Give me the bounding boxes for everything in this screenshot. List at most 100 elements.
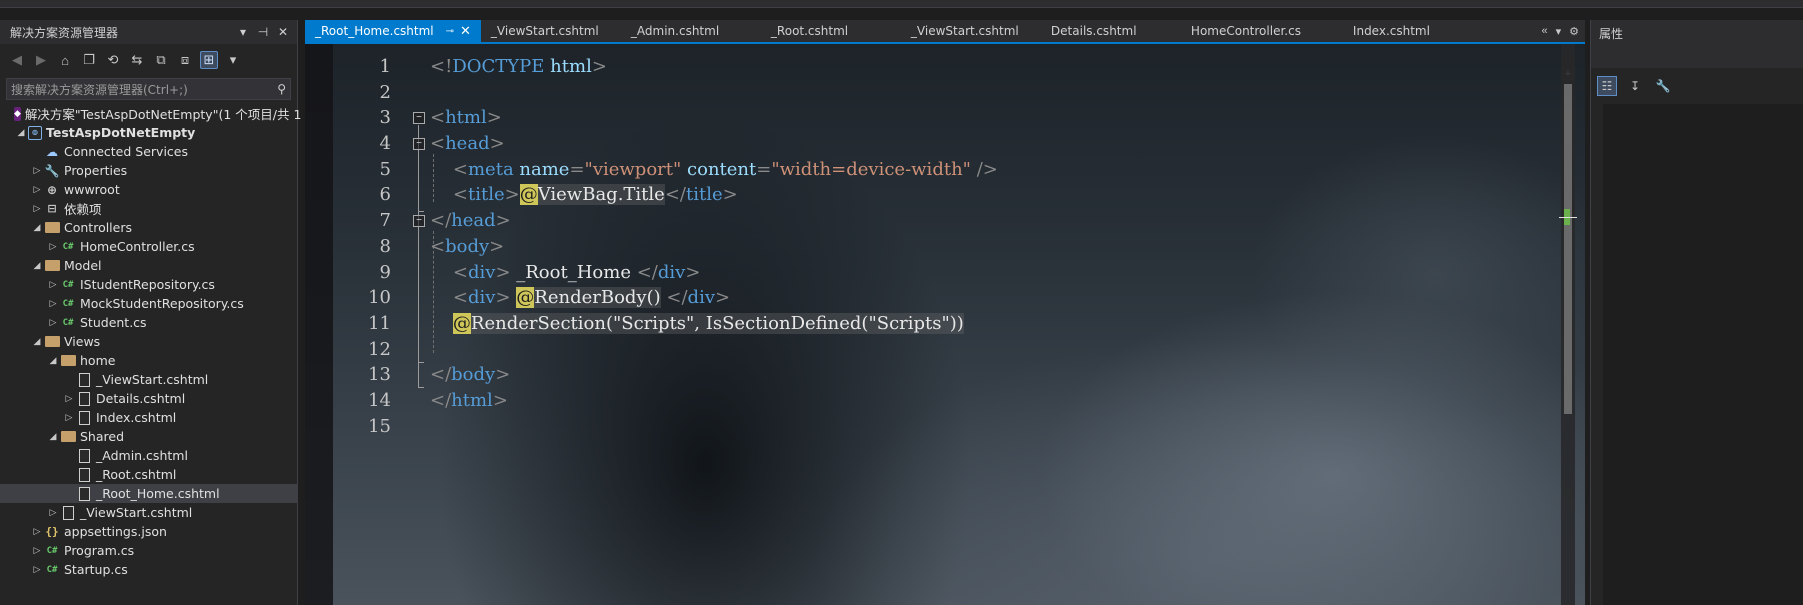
document-tab[interactable]: Index.cshtml [1343, 20, 1483, 42]
collapse-body-icon[interactable]: − [413, 215, 425, 227]
expanded-arrow-icon[interactable]: ◢ [30, 337, 44, 347]
tree-item[interactable]: _Admin.cshtml [0, 446, 297, 465]
collapsed-arrow-icon[interactable]: ▷ [30, 204, 44, 214]
settings-gear-icon[interactable]: ⚙ [1569, 25, 1579, 38]
code-line[interactable]: <head> [430, 131, 998, 157]
code-line[interactable]: <title>@ViewBag.Title</title> [430, 182, 998, 208]
collapsed-arrow-icon[interactable]: ▷ [30, 527, 44, 537]
code-text[interactable]: <!DOCTYPE html> <html> <head> <meta name=… [430, 54, 998, 439]
expanded-arrow-icon[interactable]: ◢ [14, 128, 28, 138]
code-line[interactable]: <!DOCTYPE html> [430, 54, 998, 80]
document-tab[interactable]: HomeController.cs [1181, 20, 1343, 42]
tree-item[interactable]: _Root_Home.cshtml [0, 484, 297, 503]
vertical-scrollbar[interactable] [1559, 44, 1577, 605]
window-position-dropdown-icon[interactable]: ▾ [235, 25, 251, 39]
document-tab[interactable]: _Admin.cshtml [621, 20, 761, 42]
code-line[interactable]: </body> [430, 362, 998, 388]
tree-item[interactable]: ▷ ⊟ 依赖项 [0, 199, 297, 218]
pending-changes-filter-icon[interactable]: ⟲ [104, 51, 122, 69]
alphabetical-icon[interactable]: ↧ [1625, 76, 1645, 96]
collapsed-arrow-icon[interactable]: ▷ [46, 508, 60, 518]
code-line[interactable] [430, 414, 998, 440]
code-line[interactable] [430, 337, 998, 363]
tree-item[interactable]: ▷ C# HomeController.cs [0, 237, 297, 256]
collapsed-arrow-icon[interactable]: ▷ [30, 546, 44, 556]
tree-item[interactable]: ▷ C# Startup.cs [0, 560, 297, 579]
document-tab[interactable]: _Root.cshtml [761, 20, 901, 42]
close-icon[interactable]: ✕ [275, 25, 291, 39]
expanded-arrow-icon[interactable]: ◢ [46, 432, 60, 442]
collapsed-arrow-icon[interactable]: ▷ [30, 565, 44, 575]
collapsed-arrow-icon[interactable]: ▷ [62, 394, 76, 404]
preview-selected-items-icon[interactable]: ⊞ [200, 51, 218, 69]
code-line[interactable]: <meta name="viewport" content="width=dev… [430, 157, 998, 183]
code-line[interactable]: </head> [430, 208, 998, 234]
tree-item[interactable]: ◆ 解决方案"TestAspDotNetEmpty"(1 个项目/共 1 [0, 104, 301, 123]
home-icon[interactable]: ⌂ [56, 51, 74, 69]
collapsed-arrow-icon[interactable]: ▷ [62, 413, 76, 423]
collapsed-arrow-icon[interactable]: ▷ [46, 242, 60, 252]
active-files-dropdown-icon[interactable]: ▾ [1556, 25, 1562, 38]
code-line[interactable] [430, 80, 998, 106]
tab-pin-icon[interactable]: ⊸ [446, 26, 454, 37]
tree-item[interactable]: ▷ Index.cshtml [0, 408, 297, 427]
expanded-arrow-icon[interactable]: ◢ [30, 261, 44, 271]
tree-item[interactable]: ▷ C# Program.cs [0, 541, 297, 560]
search-icon[interactable]: ⚲ [277, 82, 286, 96]
collapsed-arrow-icon[interactable]: ▷ [30, 166, 44, 176]
tree-item[interactable]: ▷ C# IStudentRepository.cs [0, 275, 297, 294]
tree-item[interactable]: _Root.cshtml [0, 465, 297, 484]
show-all-files-icon[interactable]: ⧈ [176, 51, 194, 69]
expanded-arrow-icon[interactable]: ◢ [46, 356, 60, 366]
tree-item[interactable]: ▷ C# Student.cs [0, 313, 297, 332]
tree-item[interactable]: ▷ _ViewStart.cshtml [0, 503, 297, 522]
collapse-head-icon[interactable]: − [413, 138, 425, 150]
document-tab[interactable]: _ViewStart.cshtml [481, 20, 621, 42]
code-line[interactable]: @RenderSection("Scripts", IsSectionDefin… [430, 311, 998, 337]
tree-item[interactable]: ◢ Views [0, 332, 297, 351]
solution-search-input[interactable]: 搜索解决方案资源管理器(Ctrl+;) [11, 81, 277, 98]
document-tab[interactable]: _Root_Home.cshtml ⊸ ✕ [305, 20, 481, 42]
tree-item[interactable]: ▷ ⊕ wwwroot [0, 180, 297, 199]
toolbar-overflow-icon[interactable]: ▾ [224, 51, 242, 69]
code-line[interactable]: <div> _Root_Home </div> [430, 260, 998, 286]
tree-item[interactable]: ▷ 🔧 Properties [0, 161, 297, 180]
property-grid[interactable] [1591, 104, 1803, 605]
tree-item[interactable]: ◢ Shared [0, 427, 297, 446]
tree-item[interactable]: ◢ home [0, 351, 297, 370]
tree-item[interactable]: ▷ Details.cshtml [0, 389, 297, 408]
pin-icon[interactable]: ⊣ [255, 25, 271, 39]
tab-close-icon[interactable]: ✕ [460, 24, 471, 39]
collapsed-arrow-icon[interactable]: ▷ [46, 318, 60, 328]
tree-item[interactable]: ▷{} appsettings.json [0, 522, 297, 541]
collapsed-arrow-icon[interactable]: ▷ [46, 280, 60, 290]
tree-item[interactable]: ▷ C# MockStudentRepository.cs [0, 294, 297, 313]
tree-item[interactable]: ◢ Model [0, 256, 297, 275]
collapsed-arrow-icon[interactable]: ▷ [30, 185, 44, 195]
categorized-icon[interactable]: ☷ [1597, 76, 1617, 96]
properties-object-selector[interactable] [1591, 46, 1803, 68]
forward-icon[interactable]: ▶ [32, 51, 50, 69]
tree-item[interactable]: ◢ Controllers [0, 218, 297, 237]
sync-active-document-icon[interactable]: ⇆ [128, 51, 146, 69]
code-line[interactable]: <body> [430, 234, 998, 260]
document-tab[interactable]: _ViewStart.cshtml [901, 20, 1041, 42]
collapse-all-icon[interactable]: ⧉ [152, 51, 170, 69]
collapsed-arrow-icon[interactable]: ▷ [46, 299, 60, 309]
switch-views-icon[interactable]: ❐ [80, 51, 98, 69]
code-line[interactable]: <div> @RenderBody() </div> [430, 285, 998, 311]
code-line[interactable]: </html> [430, 388, 998, 414]
expanded-arrow-icon[interactable]: ◢ [30, 223, 44, 233]
tree-item[interactable]: _ViewStart.cshtml [0, 370, 297, 389]
collapse-html-icon[interactable]: − [413, 112, 425, 124]
document-tab[interactable]: Details.cshtml [1041, 20, 1181, 42]
scroll-tabs-left-icon[interactable]: « [1541, 25, 1547, 38]
property-pages-wrench-icon[interactable]: 🔧 [1653, 76, 1673, 96]
solution-search-box[interactable]: 搜索解决方案资源管理器(Ctrl+;) ⚲ [6, 78, 291, 100]
code-surface[interactable]: 1 2 3 4 5 6 7 8 9 10 11 12 13 14 15 − − − <!DOCTYPE ht… [305, 44, 1585, 605]
tree-item[interactable]: ◢ ⊚ TestAspDotNetEmpty [0, 123, 297, 142]
scrollbar-thumb[interactable] [1564, 84, 1572, 414]
code-line[interactable]: <html> [430, 105, 998, 131]
tree-item[interactable]: ☁ Connected Services [0, 142, 297, 161]
back-icon[interactable]: ◀ [8, 51, 26, 69]
